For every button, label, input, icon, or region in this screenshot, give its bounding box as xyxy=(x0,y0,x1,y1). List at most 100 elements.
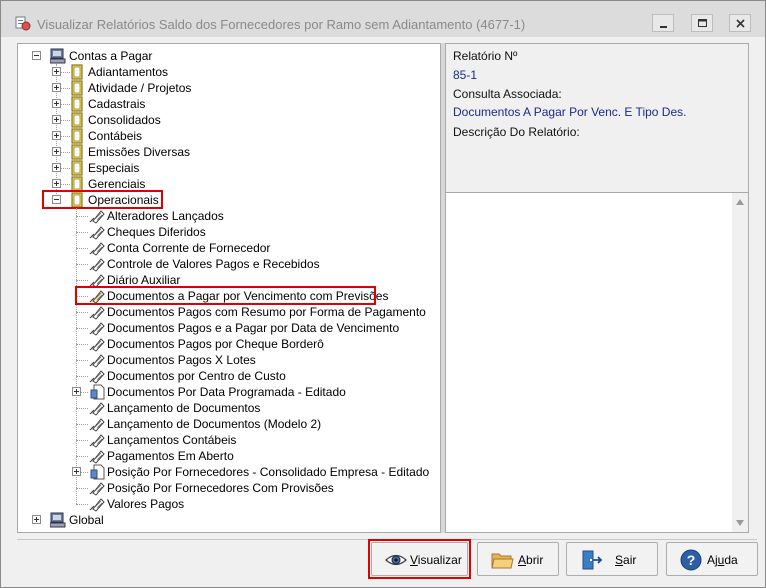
tree-report-item[interactable]: Lançamentos Contábeis xyxy=(107,433,236,447)
tree-report-item[interactable]: Documentos Por Data Programada - Editado xyxy=(107,385,346,399)
tree-report-item[interactable]: Documentos Pagos com Resumo por Forma de… xyxy=(107,305,426,319)
tree-report-item[interactable]: Valores Pagos xyxy=(107,497,184,511)
help-label-rest: da xyxy=(724,553,738,567)
tree-report-item[interactable]: Lançamento de Documentos xyxy=(107,401,260,415)
exit-mnemonic: S xyxy=(615,553,624,567)
tree-connector-line xyxy=(60,72,70,73)
description-text-area[interactable] xyxy=(445,193,749,533)
tree-connector-line xyxy=(76,280,88,281)
description-scrollbar[interactable] xyxy=(732,193,748,532)
tree-category-item[interactable]: Adiantamentos xyxy=(88,65,168,79)
tree-report-item[interactable]: Documentos Pagos por Cheque Borderô xyxy=(107,337,324,351)
tree-connector-line xyxy=(76,408,88,409)
tree-report-item[interactable]: Documentos Pagos X Lotes xyxy=(107,353,256,367)
tree-root-contas-a-pagar[interactable]: Contas a Pagar xyxy=(69,49,152,63)
tree-connector-line xyxy=(76,216,88,217)
expander-plus-icon xyxy=(36,517,37,522)
tree-report-item[interactable]: Documentos por Centro de Custo xyxy=(107,369,286,383)
title-bar[interactable]: Visualizar Relatórios Saldo dos Forneced… xyxy=(1,1,765,37)
tree-root-global[interactable]: Global xyxy=(69,513,104,527)
tree-report-item[interactable]: Conta Corrente de Fornecedor xyxy=(107,241,270,255)
report-icon xyxy=(89,226,105,240)
scroll-down-icon[interactable] xyxy=(736,520,744,526)
help-button[interactable]: ? Ajuda xyxy=(666,542,758,576)
open-button[interactable]: Abrir xyxy=(477,542,559,576)
expander-4[interactable] xyxy=(52,131,61,140)
tree-connector-line xyxy=(60,88,70,89)
report-icon xyxy=(89,450,105,464)
tree-report-item[interactable]: Posição Por Fornecedores Com Provisões xyxy=(107,481,334,495)
help-button-label: Ajuda xyxy=(707,553,738,567)
tree-connector-line xyxy=(76,376,88,377)
maximize-button[interactable] xyxy=(691,14,713,32)
expander-plus-icon xyxy=(56,181,57,186)
tree-connector-line xyxy=(60,184,70,185)
report-icon xyxy=(89,498,105,512)
expander-7[interactable] xyxy=(52,179,61,188)
report-viewer-window: Visualizar Relatórios Saldo dos Forneced… xyxy=(0,0,766,588)
tree-connector-line xyxy=(76,312,88,313)
tree-category-item[interactable]: Consolidados xyxy=(88,113,161,127)
expander-report-16[interactable] xyxy=(72,467,81,476)
report-icon xyxy=(89,306,105,320)
tree-connector-line xyxy=(60,104,70,105)
tree-category-item[interactable]: Gerenciais xyxy=(88,177,145,191)
tree-connector-line xyxy=(60,136,70,137)
tree-connector-line xyxy=(76,264,88,265)
tree-category-item[interactable]: Emissões Diversas xyxy=(88,145,190,159)
help-icon: ? xyxy=(680,549,702,571)
query-label: Consulta Associada: xyxy=(453,87,562,101)
tree-connector-line xyxy=(76,360,88,361)
tree-report-item[interactable]: Diário Auxiliar xyxy=(107,273,180,287)
expander-report-11[interactable] xyxy=(72,387,81,396)
tree-report-item[interactable]: Pagamentos Em Aberto xyxy=(107,449,234,463)
maximize-icon xyxy=(698,19,707,27)
open-button-label: Abrir xyxy=(518,553,543,567)
expander-plus-icon xyxy=(56,101,57,106)
computer-icon xyxy=(50,512,66,528)
expander-2[interactable] xyxy=(52,99,61,108)
tree-report-item[interactable]: Documentos Pagos e a Pagar por Data de V… xyxy=(107,321,399,335)
folder-icon xyxy=(491,553,514,569)
tree-report-item[interactable]: Controle de Valores Pagos e Recebidos xyxy=(107,257,320,271)
report-number-value: 85-1 xyxy=(453,68,478,82)
tree-report-item[interactable]: Posição Por Fornecedores - Consolidado E… xyxy=(107,465,429,479)
expander-6[interactable] xyxy=(52,163,61,172)
tree-category-item[interactable]: Atividade / Projetos xyxy=(88,81,191,95)
open-label-rest: brir xyxy=(526,553,544,567)
tree-category-item[interactable]: Contábeis xyxy=(88,129,142,143)
expander-5[interactable] xyxy=(52,147,61,156)
tree-report-item[interactable]: Cheques Diferidos xyxy=(107,225,206,239)
expander-contas-a-pagar[interactable] xyxy=(32,51,41,60)
scroll-up-icon[interactable] xyxy=(736,199,744,205)
expander-0[interactable] xyxy=(52,67,61,76)
tree-connector-line xyxy=(76,456,88,457)
close-button[interactable] xyxy=(729,14,751,32)
query-value: Documentos A Pagar Por Venc. E Tipo Des. xyxy=(453,105,687,119)
report-tree[interactable]: Contas a Pagar Adiantamentos Atividade / P… xyxy=(17,43,441,533)
expander-plus-icon xyxy=(76,469,77,474)
tree-report-item[interactable]: Lançamento de Documentos (Modelo 2) xyxy=(107,417,321,431)
tree-category-item[interactable]: Cadastrais xyxy=(88,97,145,111)
expander-3[interactable] xyxy=(52,115,61,124)
expander-1[interactable] xyxy=(52,83,61,92)
report-icon xyxy=(89,210,105,224)
app-icon xyxy=(15,16,31,31)
tree-connector-line xyxy=(76,328,88,329)
tree-connector-line xyxy=(76,440,88,441)
tree-connector-line xyxy=(76,344,88,345)
tree-connector-line xyxy=(60,168,70,169)
report-icon xyxy=(89,370,105,384)
tree-report-item[interactable]: Alteradores Lançados xyxy=(107,209,224,223)
expander-plus-icon xyxy=(56,133,57,138)
exit-button-label: Sair xyxy=(615,553,636,567)
tree-category-item[interactable]: Especiais xyxy=(88,161,139,175)
category-folder-icon xyxy=(71,160,83,176)
report-icon xyxy=(89,418,105,432)
exit-button[interactable]: Sair xyxy=(566,542,658,576)
expander-plus-icon xyxy=(56,117,57,122)
minimize-button[interactable] xyxy=(652,14,674,32)
expander-global[interactable] xyxy=(32,515,41,524)
expander-plus-icon xyxy=(56,85,57,90)
view-button-highlight xyxy=(368,539,471,579)
